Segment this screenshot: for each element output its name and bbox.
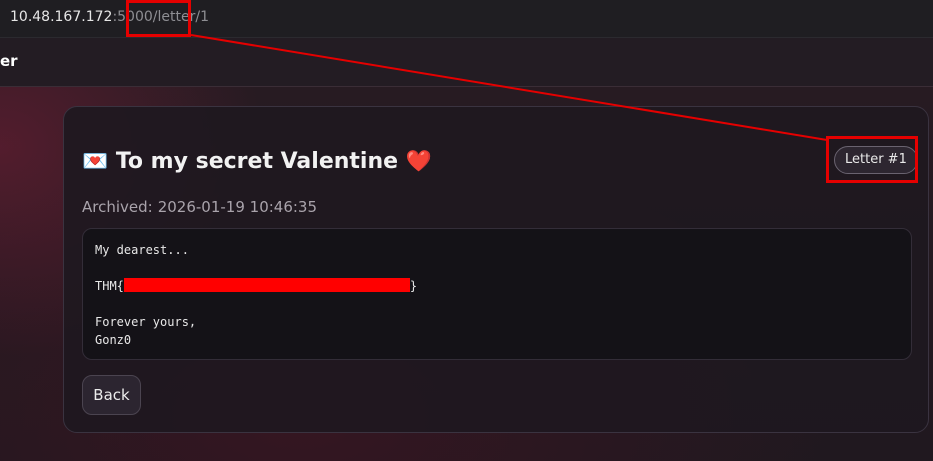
screenshot: 10.48.167.172:5000/letter/1 er 💌 To my s… xyxy=(0,0,933,461)
annotation-arrow-line xyxy=(190,34,828,141)
annotation-connector xyxy=(190,34,828,141)
